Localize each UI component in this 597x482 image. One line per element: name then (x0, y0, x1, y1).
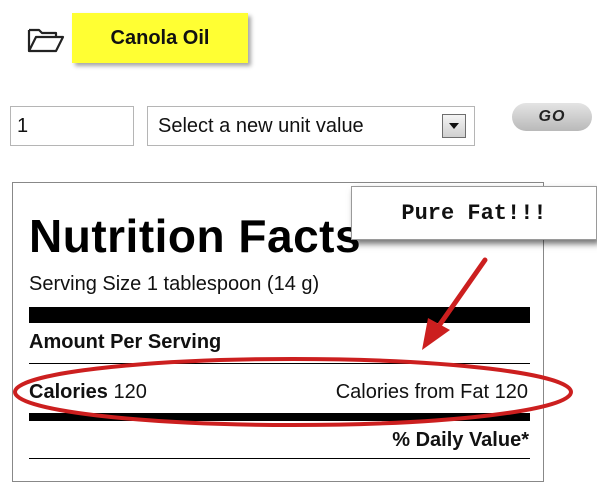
quantity-input[interactable] (10, 106, 134, 146)
amount-per-serving: Amount Per Serving (29, 331, 222, 353)
open-folder-icon (27, 28, 65, 53)
thin-divider (29, 363, 530, 364)
product-name-label: Canola Oil (72, 13, 248, 63)
nutrition-facts-title: Nutrition Facts (29, 210, 362, 262)
dropdown-arrow-icon[interactable] (442, 114, 466, 138)
calories-label: Calories (29, 381, 108, 403)
calories-value: 120 (113, 381, 147, 403)
chevron-down-icon (449, 123, 459, 129)
daily-value-header: % Daily Value* (392, 429, 529, 451)
go-button[interactable]: GO (512, 103, 592, 131)
medium-divider (29, 413, 530, 421)
unit-select-value: Select a new unit value (158, 114, 364, 137)
calories-from-fat-label: Calories from Fat (335, 381, 490, 403)
thick-divider (29, 307, 530, 323)
unit-select[interactable]: Select a new unit value (147, 106, 475, 146)
calories-from-fat-entry: Calories from Fat 120 (336, 381, 528, 404)
calories-row: Calories 120 Calories from Fat 120 (29, 381, 530, 405)
pure-fat-callout: Pure Fat!!! (351, 186, 597, 240)
serving-size: Serving Size 1 tablespoon (14 g) (29, 273, 320, 295)
calories-from-fat-value: 120 (494, 381, 528, 403)
calories-entry: Calories 120 (29, 381, 147, 404)
